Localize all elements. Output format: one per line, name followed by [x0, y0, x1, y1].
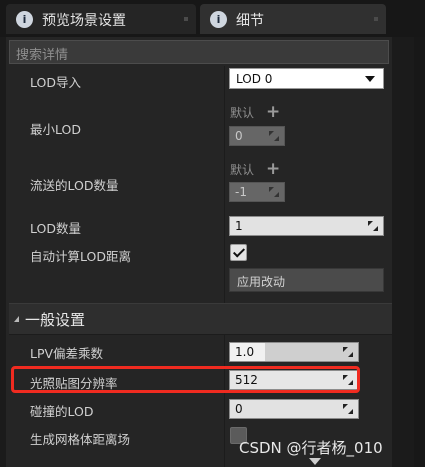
streamed-lod-input[interactable]: -1: [229, 182, 285, 202]
streamed-lod-label: 流送的LOD数量: [30, 178, 119, 193]
lpv-bias-value: 1.0: [235, 345, 255, 359]
info-icon: i: [210, 11, 227, 28]
tab-bar: i 预览场景设置 i 细节: [0, 0, 425, 37]
collision-lod-value: 0: [235, 402, 243, 416]
streamed-lod-default-label: 默认: [230, 163, 255, 177]
lod-count-input[interactable]: 1: [229, 216, 384, 236]
spin-grip-icon: [343, 404, 353, 414]
min-lod-value: 0: [235, 129, 243, 143]
apply-changes-label: 应用改动: [237, 275, 286, 289]
column-divider[interactable]: [224, 66, 225, 467]
apply-changes-button[interactable]: 应用改动: [229, 268, 384, 292]
tab-close-icon[interactable]: [184, 17, 188, 21]
tab-details[interactable]: i 细节: [200, 4, 386, 34]
streamed-lod-value: -1: [235, 185, 247, 199]
lod-count-label: LOD数量: [30, 221, 81, 236]
watermark: CSDN @行者杨_010: [239, 439, 383, 457]
lod-import-label: LOD导入: [30, 75, 81, 90]
lpv-bias-slider[interactable]: 1.0: [229, 342, 359, 362]
auto-compute-lod-checkbox[interactable]: [230, 244, 247, 261]
chevron-down-icon: [365, 76, 375, 82]
lod-import-dropdown[interactable]: LOD 0: [229, 68, 384, 89]
lod-import-value: LOD 0: [236, 72, 273, 86]
collapse-triangle-icon: [14, 316, 19, 322]
distance-field-label: 生成网格体距离场: [30, 432, 131, 447]
expand-arrow-icon[interactable]: [309, 458, 321, 465]
scrollbar[interactable]: [414, 37, 425, 467]
section-title: 一般设置: [25, 311, 86, 329]
tab-close-icon[interactable]: [374, 17, 378, 21]
collision-lod-input[interactable]: 0: [229, 399, 359, 419]
spin-grip-icon: [368, 221, 378, 231]
add-platform-override-icon[interactable]: +: [266, 161, 280, 178]
tab-preview-scene-settings[interactable]: i 预览场景设置: [6, 4, 196, 34]
lpv-bias-label: LPV偏差乘数: [30, 346, 104, 361]
spin-grip-icon: [269, 131, 279, 141]
add-platform-override-icon[interactable]: +: [266, 104, 280, 121]
general-settings-section[interactable]: 一般设置: [9, 303, 392, 335]
tab-label: 细节: [236, 13, 264, 29]
min-lod-input[interactable]: 0: [229, 126, 285, 146]
search-input[interactable]: 搜索详情: [9, 40, 389, 64]
info-icon: i: [16, 11, 33, 28]
search-placeholder: 搜索详情: [16, 48, 69, 63]
tab-label: 预览场景设置: [42, 13, 126, 29]
lod-count-value: 1: [235, 219, 243, 233]
min-lod-default-label: 默认: [230, 106, 255, 120]
min-lod-label: 最小LOD: [30, 122, 81, 137]
auto-compute-lod-label: 自动计算LOD距离: [30, 249, 131, 264]
spin-grip-icon: [343, 347, 353, 357]
spin-grip-icon: [269, 187, 279, 197]
collision-lod-label: 碰撞的LOD: [30, 404, 94, 419]
highlight-box: [11, 366, 360, 393]
